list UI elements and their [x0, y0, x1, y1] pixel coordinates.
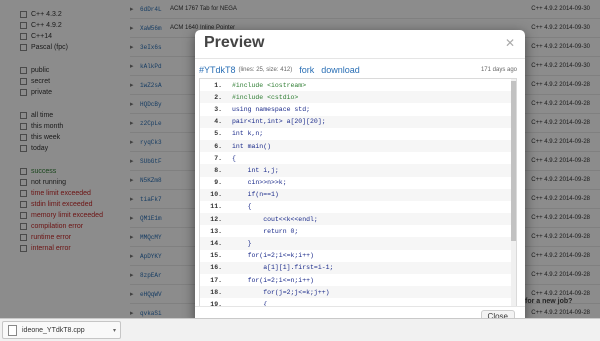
code-text: #include <iostream>	[232, 81, 307, 89]
code-text: {	[232, 154, 236, 162]
code-line: 14. }	[200, 237, 516, 250]
close-icon[interactable]: ✕	[505, 36, 515, 50]
line-number: 1.	[214, 81, 222, 89]
code-line: 9. cin>>n>>k;	[200, 177, 516, 189]
line-number: 11.	[210, 203, 222, 211]
code-line: 12. cout<<k<<endl;	[200, 213, 516, 226]
paste-info-bar: #YTdkT8 (lines: 25, size: 412) fork down…	[195, 63, 525, 77]
code-line: 16. a[1][1].first=i-1;	[200, 261, 516, 274]
code-line: 4. pair<int,int> a[20][20];	[200, 115, 516, 128]
code-line: 7. {	[200, 152, 516, 164]
code-text: for(i=2;i<=n;i++)	[232, 276, 314, 284]
line-number: 6.	[214, 142, 222, 150]
line-number: 14.	[210, 240, 222, 248]
line-number: 18.	[210, 288, 222, 296]
line-number: 3.	[214, 105, 222, 113]
code-text: a[1][1].first=i-1;	[232, 264, 334, 272]
code-text: pair<int,int> a[20][20];	[232, 118, 326, 126]
code-text: using namespace std;	[232, 105, 311, 113]
code-line: 6. int main()	[200, 139, 516, 153]
code-text: int main()	[232, 142, 272, 150]
line-number: 9.	[214, 179, 222, 187]
code-text: cout<<k<<endl;	[232, 215, 318, 223]
file-icon	[8, 324, 17, 336]
paste-age: 171 days ago	[480, 67, 517, 73]
code-line: 1. #include <iostream>	[200, 79, 516, 91]
code-text: return 0;	[232, 227, 299, 235]
code-line: 5. int k,n;	[200, 128, 516, 140]
code-line: 10. if(n==1)	[200, 188, 516, 201]
code-text: #include <cstdio>	[232, 93, 299, 101]
line-number: 16.	[210, 264, 222, 272]
code-text: int i,j;	[232, 166, 279, 174]
preview-modal: Preview ✕ #YTdkT8 (lines: 25, size: 412)…	[195, 30, 525, 323]
code-line: 13. return 0;	[200, 225, 516, 237]
code-lines: 1. #include <iostream> 2. #include <cstdio>…	[200, 79, 516, 323]
code-line: 8. int i,j;	[200, 164, 516, 177]
code-text: if(n==1)	[232, 191, 279, 199]
code-line: 2. #include <cstdio>	[200, 91, 516, 104]
paste-meta: (lines: 25, size: 412)	[238, 67, 293, 73]
line-number: 2.	[214, 93, 222, 101]
download-link[interactable]: download	[321, 65, 360, 75]
line-number: 12.	[210, 215, 222, 223]
download-item[interactable]: ideone_YTdkT8.cpp ▾	[2, 321, 121, 339]
fork-link[interactable]: fork	[299, 65, 314, 75]
line-number: 17.	[210, 276, 222, 284]
modal-header: Preview ✕	[195, 30, 525, 59]
code-scrollbar-thumb[interactable]	[511, 81, 516, 241]
code-text: for(j=2;j<=k;j++)	[232, 288, 330, 296]
download-filename: ideone_YTdkT8.cpp	[22, 326, 85, 334]
code-line: 15. for(i=2;i<=k;i++)	[200, 250, 516, 262]
modal-title: Preview	[204, 34, 265, 51]
download-bar: ideone_YTdkT8.cpp ▾	[0, 318, 600, 341]
line-number: 5.	[214, 130, 222, 138]
code-line: 11. {	[200, 201, 516, 213]
code-text: for(i=2;i<=k;i++)	[232, 252, 314, 260]
code-scrollbar[interactable]	[511, 79, 516, 323]
line-number: 7.	[214, 154, 222, 162]
line-number: 10.	[210, 191, 222, 199]
code-text: }	[232, 240, 252, 248]
line-number: 8.	[214, 166, 222, 174]
code-viewer[interactable]: 1. #include <iostream> 2. #include <cstdio>…	[199, 78, 517, 323]
line-number: 4.	[214, 118, 222, 126]
code-text: int k,n;	[232, 130, 264, 138]
code-text: cin>>n>>k;	[232, 179, 287, 187]
line-number: 13.	[210, 227, 222, 235]
code-text: {	[232, 203, 252, 211]
line-number: 15.	[210, 252, 222, 260]
code-line: 17. for(i=2;i<=n;i++)	[200, 274, 516, 286]
code-line: 3. using namespace std;	[200, 103, 516, 115]
code-line: 18. for(j=2;j<=k;j++)	[200, 286, 516, 299]
paste-id-link[interactable]: #YTdkT8	[199, 65, 236, 75]
chevron-down-icon[interactable]: ▾	[113, 327, 116, 334]
